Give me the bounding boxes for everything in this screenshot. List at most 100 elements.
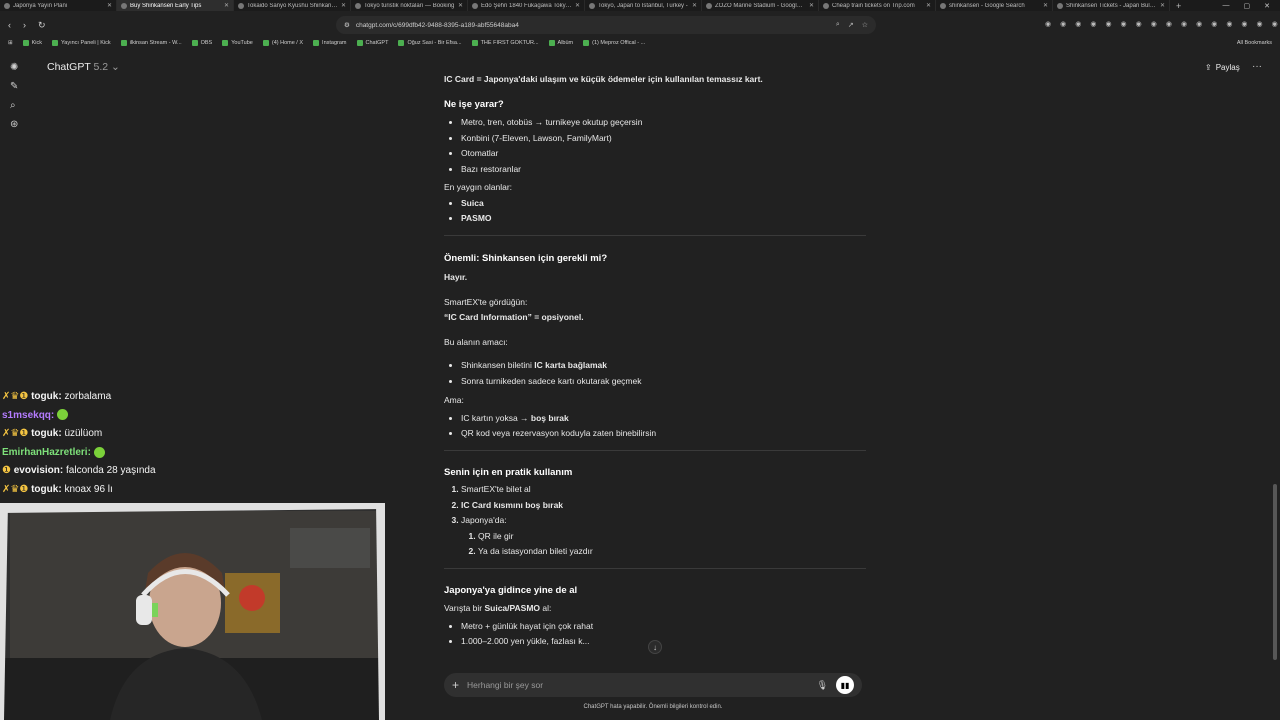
browser-tab[interactable]: Buy Shinkansen Early Tips ✕	[117, 0, 234, 11]
bookmark-favicon-icon	[52, 40, 58, 46]
extension-icon[interactable]: ◉	[1272, 20, 1278, 28]
close-window-icon[interactable]: ✕	[1264, 2, 1270, 10]
extension-icon[interactable]: ◉	[1090, 20, 1096, 28]
bookmark-star-icon[interactable]: ☆	[862, 21, 868, 29]
new-tab-button[interactable]: +	[1170, 1, 1187, 11]
plus-icon[interactable]: +	[452, 678, 459, 692]
list-item: QR kod veya rezervasyon koduyla zaten bi…	[461, 426, 866, 442]
composer: + Herhangi bir şey sor 🎙 ▮▮	[444, 673, 862, 697]
prompt-input[interactable]: Herhangi bir şey sor	[467, 680, 543, 690]
bookmark-item[interactable]: ChatGPT	[356, 40, 388, 46]
bookmark-item[interactable]: YouTube	[222, 40, 253, 46]
share-page-icon[interactable]: ↗	[848, 21, 854, 29]
bookmark-item[interactable]: (4) Home / X	[262, 40, 303, 46]
browser-tab[interactable]: Tokyo, Japan to Istanbul, Turkey - ✕	[585, 0, 702, 11]
extension-icon[interactable]: ◉	[1166, 20, 1172, 28]
section-heading: Ne işe yarar?	[444, 98, 504, 110]
browser-tab[interactable]: Tokyo turistik noktaları — Booking ✕	[351, 0, 468, 11]
model-selector[interactable]: ChatGPT 5.2 ⌄	[47, 61, 120, 73]
reload-icon[interactable]: ↻	[38, 20, 46, 31]
webcam-image	[0, 503, 385, 720]
bookmark-item[interactable]: Yayıncı Paneli | Kick	[52, 40, 111, 46]
chat-emote-icon	[57, 409, 69, 421]
share-icon: ⇪	[1205, 63, 1212, 72]
close-tab-icon[interactable]: ✕	[1043, 2, 1048, 9]
url-field[interactable]: ⚙ chatgpt.com/c/699dfb42-9488-8395-a189-…	[336, 16, 876, 34]
extension-icon[interactable]: ◉	[1060, 20, 1066, 28]
extension-icon[interactable]: ◉	[1241, 20, 1247, 28]
close-tab-icon[interactable]: ✕	[926, 2, 931, 9]
chat-username: toguk	[31, 391, 59, 402]
microphone-icon[interactable]: 🎙	[817, 680, 828, 691]
chat-colon: :	[58, 483, 62, 495]
library-icon[interactable]: ⊛	[10, 119, 18, 130]
tab-label: Tokaido Sanyo Kyushu Shinkansen	[247, 2, 338, 9]
browser-tab[interactable]: Cheap train tickets on Trip.com ✕	[819, 0, 936, 11]
bookmark-item[interactable]: (1) Meproz Offical - ...	[583, 40, 645, 46]
scrollbar[interactable]	[1273, 484, 1277, 660]
voice-mode-button[interactable]: ▮▮	[836, 676, 854, 694]
bookmark-favicon-icon	[548, 40, 555, 46]
bookmark-item[interactable]: THE FIRST GOKTUR...	[471, 40, 539, 46]
chat-username: EmirhanHazretleri	[2, 446, 88, 458]
browser-tab[interactable]: Shinkansen Tickets - Japan Bullet T ✕	[1053, 0, 1170, 11]
extension-icon[interactable]: ◉	[1075, 20, 1081, 28]
chat-colon: :	[50, 409, 55, 421]
favicon-icon	[823, 2, 829, 9]
extension-icon[interactable]: ◉	[1151, 20, 1157, 28]
zoom-icon[interactable]: ⌕	[836, 21, 840, 29]
assistant-message: IC Card = Japonya'daki ulaşım ve küçük ö…	[444, 72, 866, 650]
extension-icon[interactable]: ◉	[1045, 20, 1051, 28]
purpose-list: Shinkansen biletini IC karta bağlamak So…	[444, 358, 866, 389]
bookmark-item[interactable]: Oğuz Sasi - Bir Efsa...	[398, 40, 462, 46]
extension-icon[interactable]: ◉	[1136, 20, 1142, 28]
url-text: chatgpt.com/c/699dfb42-9488-8395-a189-ab…	[355, 21, 519, 29]
close-tab-icon[interactable]: ✕	[458, 2, 463, 9]
url-actions: ⌕ ↗ ☆	[836, 21, 868, 29]
new-chat-icon[interactable]: ✎	[10, 81, 18, 92]
chat-username: s1msekqq	[2, 409, 51, 421]
extension-icon[interactable]: ◉	[1181, 20, 1187, 28]
openai-logo-icon[interactable]: ✺	[10, 62, 18, 73]
scroll-down-button[interactable]: ↓	[648, 640, 662, 654]
search-icon[interactable]: ⌕	[10, 100, 18, 111]
site-info-icon[interactable]: ⚙	[344, 21, 350, 29]
chat-colon: :	[58, 428, 62, 440]
list-item-text: IC kartın yoksa →	[461, 412, 531, 423]
share-button[interactable]: ⇪ Paylaş	[1205, 63, 1240, 72]
close-tab-icon[interactable]: ✕	[224, 2, 229, 9]
bookmark-label: (1) Meproz Offical - ...	[592, 40, 646, 46]
list-item-text: Sonra turnikeden sadece kartı okutarak g…	[461, 375, 642, 386]
maximize-icon[interactable]: ▢	[1244, 2, 1251, 10]
extension-icon[interactable]: ◉	[1257, 20, 1263, 28]
browser-tab[interactable]: ZOZO Marine Stadium - Google M ✕	[702, 0, 819, 11]
bookmark-item[interactable]: Instagram	[313, 40, 347, 46]
bookmark-item[interactable]: ilkinsan Stream - W...	[120, 40, 182, 46]
forward-icon[interactable]: ›	[23, 20, 26, 31]
bookmark-item[interactable]: Kick	[22, 40, 42, 46]
extension-icon[interactable]: ◉	[1121, 20, 1127, 28]
bookmark-item[interactable]: Albüm	[548, 40, 573, 46]
extension-icon[interactable]: ◉	[1196, 20, 1202, 28]
browser-tab[interactable]: Japonya Yayın Planı ✕	[0, 0, 117, 11]
browser-tab[interactable]: shinkansen - Google Search ✕	[936, 0, 1053, 11]
close-tab-icon[interactable]: ✕	[575, 2, 580, 9]
close-tab-icon[interactable]: ✕	[341, 2, 346, 9]
close-tab-icon[interactable]: ✕	[1160, 2, 1165, 9]
extension-icon[interactable]: ◉	[1105, 20, 1111, 28]
bookmark-item[interactable]: OBS	[191, 40, 212, 46]
list-item-text: Japonya'da:	[461, 515, 507, 525]
list-item: PASMO	[461, 211, 866, 227]
back-icon[interactable]: ‹	[8, 20, 11, 31]
extension-icon[interactable]: ◉	[1211, 20, 1217, 28]
minimize-icon[interactable]: —	[1223, 2, 1230, 10]
close-tab-icon[interactable]: ✕	[107, 2, 112, 9]
apps-icon[interactable]: ⊞	[8, 40, 13, 46]
close-tab-icon[interactable]: ✕	[809, 2, 814, 9]
all-bookmarks-button[interactable]: All Bookmarks	[1237, 40, 1280, 46]
browser-tab[interactable]: Edo Şehri 1840 Fukagawa Tokyo'da ✕	[468, 0, 585, 11]
more-options-icon[interactable]: ···	[1252, 61, 1262, 72]
browser-tab[interactable]: Tokaido Sanyo Kyushu Shinkansen ✕	[234, 0, 351, 11]
close-tab-icon[interactable]: ✕	[692, 2, 697, 9]
extension-icon[interactable]: ◉	[1226, 20, 1232, 28]
